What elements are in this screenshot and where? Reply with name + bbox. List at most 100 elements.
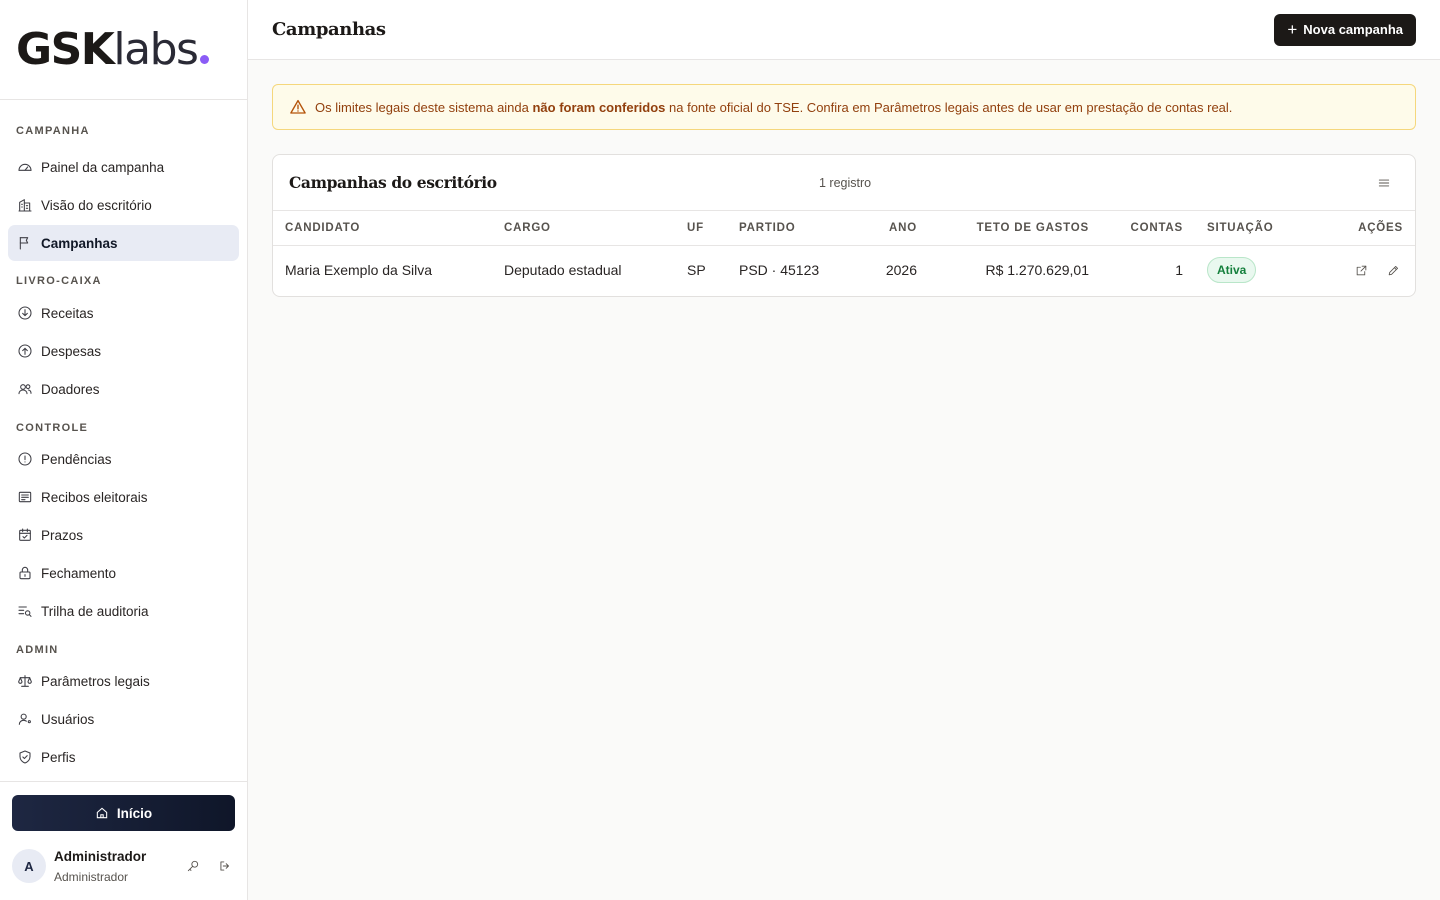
column-header-teto-de-gastos[interactable]: TETO DE GASTOS: [917, 211, 1089, 246]
section-label-livro-caixa: LIVRO-CAIXA: [16, 275, 102, 287]
user-profile: A Administrador Administrador: [12, 846, 236, 886]
sidebar-item-campanhas[interactable]: Campanhas: [8, 225, 239, 261]
card-header: Campanhas do escritório 1 registro: [273, 155, 1415, 211]
sidebar-footer: Início A Administrador Administrador: [0, 781, 247, 900]
gauge-icon: [16, 159, 33, 176]
sidebar-item-label: Visão do escritório: [41, 197, 152, 213]
cell-contas: 1: [1175, 262, 1183, 279]
cell-acoes: [1307, 245, 1415, 295]
users-icon: [16, 381, 33, 398]
sidebar-item-label: Campanhas: [41, 235, 118, 251]
sidebar-item-label: Receitas: [41, 305, 94, 321]
column-header-ano[interactable]: ANO: [849, 211, 917, 246]
sidebar-item-painel-da-campanha[interactable]: Painel da campanha: [8, 149, 239, 185]
menu-icon: [1378, 179, 1390, 186]
lock-icon: [16, 565, 33, 582]
cell-ano: 2026: [885, 262, 917, 279]
table-header-row: CANDIDATO CARGO UF PARTIDO ANO TETO DE G…: [273, 211, 1415, 246]
section-label-controle: CONTROLE: [16, 422, 89, 434]
sidebar-item-perfis[interactable]: Perfis: [8, 739, 239, 775]
sidebar-item-prazos[interactable]: Prazos: [8, 517, 239, 553]
card-title: Campanhas do escritório: [289, 173, 497, 192]
logout-button[interactable]: [214, 855, 236, 877]
sidebar-nav: CAMPANHA Painel da campanha Visão do esc…: [0, 125, 247, 775]
warning-triangle-icon: [290, 99, 306, 114]
change-password-button[interactable]: [182, 855, 204, 877]
brand-logo-bold: GSK: [16, 23, 115, 75]
sidebar-item-label: Recibos eleitorais: [41, 489, 148, 505]
cell-partido: PSD · 45123: [739, 262, 820, 279]
avatar[interactable]: A: [12, 849, 46, 883]
warning-text-start: Os limites legais deste sistema ainda: [315, 99, 533, 115]
brand-logo[interactable]: GSKlabs: [0, 0, 247, 100]
warning-text: Os limites legais deste sistema ainda nã…: [315, 100, 1232, 115]
column-header-situacao[interactable]: SITUAÇÃO: [1207, 211, 1307, 246]
sidebar-item-pendencias[interactable]: Pendências: [8, 441, 239, 477]
list-search-icon: [16, 603, 33, 620]
user-role: Administrador: [54, 869, 129, 884]
topbar: Campanhas + Nova campanha: [248, 0, 1440, 60]
home-icon: [96, 807, 108, 819]
sidebar-item-trilha-de-auditoria[interactable]: Trilha de auditoria: [8, 593, 239, 629]
sidebar-item-label: Fechamento: [41, 565, 117, 581]
main-content: Campanhas + Nova campanha Os limites leg…: [248, 0, 1440, 900]
cell-situacao: Ativa: [1207, 245, 1307, 295]
page-title: Campanhas: [272, 19, 386, 40]
sidebar-item-label: Painel da campanha: [41, 159, 165, 175]
sidebar-item-receitas[interactable]: Receitas: [8, 295, 239, 331]
brand-logo-light: labs: [113, 23, 199, 75]
column-header-acoes: AÇÕES: [1307, 211, 1415, 246]
column-header-contas[interactable]: CONTAS: [1089, 211, 1183, 246]
open-campaign-button[interactable]: [1351, 260, 1371, 280]
section-label-campanha: CAMPANHA: [16, 125, 90, 137]
sidebar-item-fechamento[interactable]: Fechamento: [8, 555, 239, 591]
sidebar-item-doadores[interactable]: Doadores: [8, 371, 239, 407]
sidebar-item-label: Doadores: [41, 381, 100, 397]
table-row[interactable]: Maria Exemplo da Silva Deputado estadual…: [273, 245, 1415, 295]
sidebar-item-recibos-eleitorais[interactable]: Recibos eleitorais: [8, 479, 239, 515]
column-header-cargo[interactable]: CARGO: [504, 211, 687, 246]
key-icon: [187, 860, 199, 872]
cell-uf: SP: [687, 262, 706, 279]
calendar-check-icon: [16, 527, 33, 544]
sidebar-item-visao-do-escritorio[interactable]: Visão do escritório: [8, 187, 239, 223]
scale-icon: [16, 673, 33, 690]
sidebar-item-label: Parâmetros legais: [41, 673, 150, 689]
sidebar: GSKlabs CAMPANHA Painel da campanha Visã…: [0, 0, 248, 900]
warning-text-end: na fonte oficial do TSE. Confira em Parâ…: [665, 99, 1233, 115]
receipt-icon: [16, 489, 33, 506]
pencil-icon: [1388, 265, 1398, 276]
column-header-partido[interactable]: PARTIDO: [739, 211, 849, 246]
edit-campaign-button[interactable]: [1383, 260, 1403, 280]
sidebar-item-label: Pendências: [41, 451, 112, 467]
cell-candidato: Maria Exemplo da Silva: [285, 262, 433, 279]
flag-icon: [16, 235, 33, 252]
alert-circle-icon: [16, 451, 33, 468]
user-meta: Administrador Administrador: [54, 849, 172, 884]
sidebar-item-usuarios[interactable]: Usuários: [8, 701, 239, 737]
user-plus-icon: [16, 711, 33, 728]
home-button[interactable]: Início: [12, 795, 235, 831]
external-link-icon: [1356, 265, 1366, 276]
warning-text-bold: não foram conferidos: [532, 99, 666, 115]
new-campaign-label: Nova campanha: [1303, 22, 1403, 37]
sidebar-item-despesas[interactable]: Despesas: [8, 333, 239, 369]
home-button-label: Início: [116, 805, 153, 821]
column-header-candidato[interactable]: CANDIDATO: [273, 211, 504, 246]
column-header-uf[interactable]: UF: [687, 211, 739, 246]
sidebar-item-label: Despesas: [41, 343, 102, 359]
sidebar-item-parametros-legais[interactable]: Parâmetros legais: [8, 663, 239, 699]
status-badge: Ativa: [1207, 257, 1257, 284]
campaigns-card: Campanhas do escritório 1 registro CANDI…: [272, 154, 1416, 297]
columns-menu-button[interactable]: [1375, 174, 1393, 192]
sidebar-item-label: Perfis: [41, 749, 76, 765]
brand-dot: [200, 54, 210, 64]
cell-cargo: Deputado estadual: [504, 262, 622, 279]
building-icon: [16, 197, 33, 214]
logout-icon: [220, 861, 229, 871]
new-campaign-button[interactable]: + Nova campanha: [1274, 13, 1416, 46]
record-count: 1 registro: [819, 175, 872, 190]
arrow-down-circle-icon: [16, 305, 33, 322]
plus-icon: +: [1287, 20, 1298, 39]
sidebar-item-label: Usuários: [41, 711, 95, 727]
